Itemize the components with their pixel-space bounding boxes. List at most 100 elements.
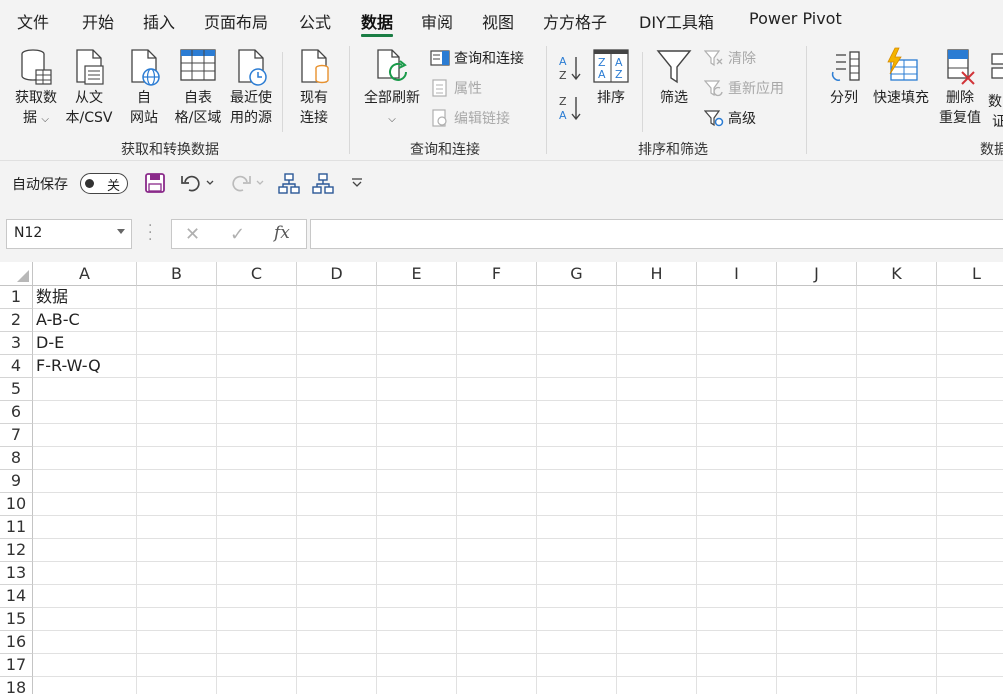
cell-b11[interactable] xyxy=(137,516,217,539)
cell-j15[interactable] xyxy=(777,608,857,631)
cell-a14[interactable] xyxy=(33,585,137,608)
cell-d9[interactable] xyxy=(297,470,377,493)
name-box[interactable]: N12 xyxy=(6,219,132,249)
cell-i16[interactable] xyxy=(697,631,777,654)
cell-f18[interactable] xyxy=(457,677,537,694)
cell-i4[interactable] xyxy=(697,355,777,378)
cell-a8[interactable] xyxy=(33,447,137,470)
cell-i3[interactable] xyxy=(697,332,777,355)
cell-b6[interactable] xyxy=(137,401,217,424)
row-header-2[interactable]: 2 xyxy=(0,309,33,332)
cell-a17[interactable] xyxy=(33,654,137,677)
cell-k17[interactable] xyxy=(857,654,937,677)
tab-data[interactable]: 数据 xyxy=(361,9,394,37)
cell-g12[interactable] xyxy=(537,539,617,562)
cell-l4[interactable] xyxy=(937,355,1003,378)
cell-g6[interactable] xyxy=(537,401,617,424)
cell-e8[interactable] xyxy=(377,447,457,470)
cell-h16[interactable] xyxy=(617,631,697,654)
cell-f15[interactable] xyxy=(457,608,537,631)
cell-h2[interactable] xyxy=(617,309,697,332)
cell-l10[interactable] xyxy=(937,493,1003,516)
cell-h8[interactable] xyxy=(617,447,697,470)
cell-l9[interactable] xyxy=(937,470,1003,493)
cell-a13[interactable] xyxy=(33,562,137,585)
cell-c13[interactable] xyxy=(217,562,297,585)
cell-e17[interactable] xyxy=(377,654,457,677)
cell-c18[interactable] xyxy=(217,677,297,694)
cell-j1[interactable] xyxy=(777,286,857,309)
cell-b17[interactable] xyxy=(137,654,217,677)
column-header-a[interactable]: A xyxy=(33,262,137,286)
sort-button[interactable]: Z A A Z 排序 xyxy=(586,46,636,108)
cancel-icon[interactable]: ✕ xyxy=(185,224,200,245)
row-header-1[interactable]: 1 xyxy=(0,286,33,309)
cell-c17[interactable] xyxy=(217,654,297,677)
tab-fangfang[interactable]: 方方格子 xyxy=(543,9,607,33)
cell-b7[interactable] xyxy=(137,424,217,447)
cell-d17[interactable] xyxy=(297,654,377,677)
insert-function-icon[interactable]: fx xyxy=(274,223,290,243)
cell-f4[interactable] xyxy=(457,355,537,378)
cell-e11[interactable] xyxy=(377,516,457,539)
cell-l11[interactable] xyxy=(937,516,1003,539)
properties-button[interactable]: 属性 xyxy=(430,76,482,100)
cell-j6[interactable] xyxy=(777,401,857,424)
cell-j5[interactable] xyxy=(777,378,857,401)
cell-g18[interactable] xyxy=(537,677,617,694)
column-header-k[interactable]: K xyxy=(857,262,937,286)
customize-qat-button[interactable] xyxy=(350,175,364,194)
cell-b12[interactable] xyxy=(137,539,217,562)
row-header-15[interactable]: 15 xyxy=(0,608,33,631)
get-data-button[interactable]: 获取数 据 ⌵ xyxy=(10,46,62,130)
tab-review[interactable]: 审阅 xyxy=(421,9,453,33)
save-button[interactable] xyxy=(145,173,165,197)
cell-e10[interactable] xyxy=(377,493,457,516)
cell-j4[interactable] xyxy=(777,355,857,378)
cell-h12[interactable] xyxy=(617,539,697,562)
cell-f11[interactable] xyxy=(457,516,537,539)
cell-e4[interactable] xyxy=(377,355,457,378)
cell-g10[interactable] xyxy=(537,493,617,516)
column-header-h[interactable]: H xyxy=(617,262,697,286)
cell-h3[interactable] xyxy=(617,332,697,355)
column-header-i[interactable]: I xyxy=(697,262,777,286)
cell-k8[interactable] xyxy=(857,447,937,470)
cell-g1[interactable] xyxy=(537,286,617,309)
cell-k7[interactable] xyxy=(857,424,937,447)
row-header-8[interactable]: 8 xyxy=(0,447,33,470)
cell-f5[interactable] xyxy=(457,378,537,401)
cell-c15[interactable] xyxy=(217,608,297,631)
cell-b1[interactable] xyxy=(137,286,217,309)
cell-i17[interactable] xyxy=(697,654,777,677)
cell-c2[interactable] xyxy=(217,309,297,332)
cell-i15[interactable] xyxy=(697,608,777,631)
cell-h9[interactable] xyxy=(617,470,697,493)
cell-l13[interactable] xyxy=(937,562,1003,585)
row-header-10[interactable]: 10 xyxy=(0,493,33,516)
cell-f13[interactable] xyxy=(457,562,537,585)
cell-f17[interactable] xyxy=(457,654,537,677)
cell-f7[interactable] xyxy=(457,424,537,447)
cell-g9[interactable] xyxy=(537,470,617,493)
tab-formulas[interactable]: 公式 xyxy=(299,9,331,33)
cell-l15[interactable] xyxy=(937,608,1003,631)
cell-f12[interactable] xyxy=(457,539,537,562)
cell-e1[interactable] xyxy=(377,286,457,309)
cell-b3[interactable] xyxy=(137,332,217,355)
cell-f8[interactable] xyxy=(457,447,537,470)
cell-a10[interactable] xyxy=(33,493,137,516)
clear-filter-button[interactable]: 清除 xyxy=(704,46,756,70)
cell-c4[interactable] xyxy=(217,355,297,378)
cell-f10[interactable] xyxy=(457,493,537,516)
cell-d12[interactable] xyxy=(297,539,377,562)
column-header-f[interactable]: F xyxy=(457,262,537,286)
cell-k15[interactable] xyxy=(857,608,937,631)
cell-k6[interactable] xyxy=(857,401,937,424)
cell-i10[interactable] xyxy=(697,493,777,516)
cell-c9[interactable] xyxy=(217,470,297,493)
cell-e12[interactable] xyxy=(377,539,457,562)
cell-e9[interactable] xyxy=(377,470,457,493)
cell-h14[interactable] xyxy=(617,585,697,608)
cell-c3[interactable] xyxy=(217,332,297,355)
